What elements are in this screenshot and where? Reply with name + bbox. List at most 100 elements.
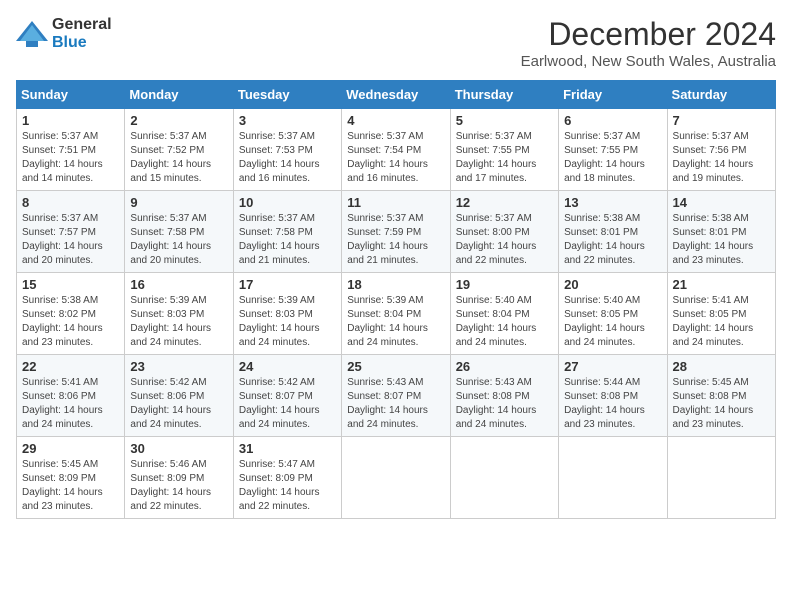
calendar-cell: 10 Sunrise: 5:37 AMSunset: 7:58 PMDayligh… — [233, 191, 341, 273]
calendar-cell: 21 Sunrise: 5:41 AMSunset: 8:05 PMDayligh… — [667, 273, 775, 355]
calendar-cell: 23Sunrise: 5:42 AMSunset: 8:06 PMDayligh… — [125, 355, 233, 437]
calendar-cell: 18Sunrise: 5:39 AMSunset: 8:04 PMDayligh… — [342, 273, 450, 355]
day-header-sunday: Sunday — [17, 81, 125, 109]
calendar-cell: 17 Sunrise: 5:39 AMSunset: 8:03 PMDayligh… — [233, 273, 341, 355]
calendar-cell — [667, 437, 775, 519]
day-number: 31 — [239, 441, 336, 456]
day-info: Sunrise: 5:38 AMSunset: 8:01 PMDaylight:… — [673, 212, 770, 268]
day-info: Sunrise: 5:40 AMSunset: 8:04 PMDaylight:… — [456, 294, 553, 350]
day-number: 5 — [456, 113, 553, 128]
day-number: 15 — [22, 277, 119, 292]
calendar-cell: 8 Sunrise: 5:37 AMSunset: 7:57 PMDaylight… — [17, 191, 125, 273]
calendar-cell: 2Sunrise: 5:37 AMSunset: 7:52 PMDaylight… — [125, 109, 233, 191]
day-number: 26 — [456, 359, 553, 374]
logo-text-general: General — [52, 16, 112, 33]
calendar-cell: 4 Sunrise: 5:37 AMSunset: 7:54 PMDaylight… — [342, 109, 450, 191]
day-number: 22 — [22, 359, 119, 374]
calendar-cell: 26 Sunrise: 5:43 AMSunset: 8:08 PMDayligh… — [450, 355, 558, 437]
day-header-wednesday: Wednesday — [342, 81, 450, 109]
day-number: 25 — [347, 359, 444, 374]
day-number: 6 — [564, 113, 661, 128]
day-number: 29 — [22, 441, 119, 456]
day-info: Sunrise: 5:39 AMSunset: 8:04 PMDaylight:… — [347, 294, 444, 350]
day-number: 14 — [673, 195, 770, 210]
day-info: Sunrise: 5:43 AMSunset: 8:08 PMDaylight:… — [456, 376, 553, 432]
day-number: 27 — [564, 359, 661, 374]
day-info: Sunrise: 5:40 AMSunset: 8:05 PMDaylight:… — [564, 294, 661, 350]
logo: General Blue — [16, 16, 112, 52]
calendar-cell: 22 Sunrise: 5:41 AMSunset: 8:06 PMDayligh… — [17, 355, 125, 437]
header: General Blue December 2024 Earlwood, New… — [16, 16, 776, 70]
day-header-tuesday: Tuesday — [233, 81, 341, 109]
day-number: 11 — [347, 195, 444, 210]
day-number: 4 — [347, 113, 444, 128]
month-title: December 2024 — [521, 16, 776, 53]
day-number: 10 — [239, 195, 336, 210]
day-header-friday: Friday — [559, 81, 667, 109]
day-info: Sunrise: 5:44 AMSunset: 8:08 PMDaylight:… — [564, 376, 661, 432]
calendar-cell: 20 Sunrise: 5:40 AMSunset: 8:05 PMDayligh… — [559, 273, 667, 355]
day-number: 13 — [564, 195, 661, 210]
day-info: Sunrise: 5:37 AMSunset: 7:57 PMDaylight:… — [22, 212, 119, 268]
calendar-cell: 25 Sunrise: 5:43 AMSunset: 8:07 PMDayligh… — [342, 355, 450, 437]
day-number: 16 — [130, 277, 227, 292]
calendar-cell: 28 Sunrise: 5:45 AMSunset: 8:08 PMDayligh… — [667, 355, 775, 437]
calendar-cell: 30 Sunrise: 5:46 AMSunset: 8:09 PMDayligh… — [125, 437, 233, 519]
day-info: Sunrise: 5:39 AMSunset: 8:03 PMDaylight:… — [239, 294, 336, 350]
day-info: Sunrise: 5:37 AMSunset: 7:54 PMDaylight:… — [347, 130, 444, 186]
day-number: 28 — [673, 359, 770, 374]
day-number: 24 — [239, 359, 336, 374]
day-header-thursday: Thursday — [450, 81, 558, 109]
title-area: December 2024 Earlwood, New South Wales,… — [521, 16, 776, 70]
day-info: Sunrise: 5:37 AMSunset: 7:56 PMDaylight:… — [673, 130, 770, 186]
calendar-week-2: 8 Sunrise: 5:37 AMSunset: 7:57 PMDaylight… — [17, 191, 776, 273]
day-number: 20 — [564, 277, 661, 292]
day-info: Sunrise: 5:43 AMSunset: 8:07 PMDaylight:… — [347, 376, 444, 432]
calendar-cell: 29 Sunrise: 5:45 AMSunset: 8:09 PMDayligh… — [17, 437, 125, 519]
day-number: 30 — [130, 441, 227, 456]
day-number: 9 — [130, 195, 227, 210]
day-number: 3 — [239, 113, 336, 128]
day-info: Sunrise: 5:37 AMSunset: 7:58 PMDaylight:… — [239, 212, 336, 268]
calendar-cell — [342, 437, 450, 519]
day-info: Sunrise: 5:37 AMSunset: 7:58 PMDaylight:… — [130, 212, 227, 268]
calendar-cell: 13Sunrise: 5:38 AMSunset: 8:01 PMDayligh… — [559, 191, 667, 273]
calendar-week-3: 15 Sunrise: 5:38 AMSunset: 8:02 PMDayligh… — [17, 273, 776, 355]
day-info: Sunrise: 5:38 AMSunset: 8:02 PMDaylight:… — [22, 294, 119, 350]
day-info: Sunrise: 5:41 AMSunset: 8:05 PMDaylight:… — [673, 294, 770, 350]
day-info: Sunrise: 5:46 AMSunset: 8:09 PMDaylight:… — [130, 458, 227, 514]
day-info: Sunrise: 5:47 AMSunset: 8:09 PMDaylight:… — [239, 458, 336, 514]
calendar-cell — [450, 437, 558, 519]
calendar-week-5: 29 Sunrise: 5:45 AMSunset: 8:09 PMDayligh… — [17, 437, 776, 519]
calendar-cell: 14 Sunrise: 5:38 AMSunset: 8:01 PMDayligh… — [667, 191, 775, 273]
calendar-cell: 16 Sunrise: 5:39 AMSunset: 8:03 PMDayligh… — [125, 273, 233, 355]
calendar-cell: 7 Sunrise: 5:37 AMSunset: 7:56 PMDaylight… — [667, 109, 775, 191]
calendar-cell: 24 Sunrise: 5:42 AMSunset: 8:07 PMDayligh… — [233, 355, 341, 437]
logo-icon — [16, 21, 48, 47]
calendar-cell: 31 Sunrise: 5:47 AMSunset: 8:09 PMDayligh… — [233, 437, 341, 519]
day-info: Sunrise: 5:37 AMSunset: 7:55 PMDaylight:… — [456, 130, 553, 186]
calendar-cell: 1Sunrise: 5:37 AMSunset: 7:51 PMDaylight… — [17, 109, 125, 191]
day-number: 8 — [22, 195, 119, 210]
day-info: Sunrise: 5:41 AMSunset: 8:06 PMDaylight:… — [22, 376, 119, 432]
calendar-week-1: 1Sunrise: 5:37 AMSunset: 7:51 PMDaylight… — [17, 109, 776, 191]
calendar-cell: 15 Sunrise: 5:38 AMSunset: 8:02 PMDayligh… — [17, 273, 125, 355]
day-number: 12 — [456, 195, 553, 210]
calendar-cell: 9 Sunrise: 5:37 AMSunset: 7:58 PMDaylight… — [125, 191, 233, 273]
day-number: 7 — [673, 113, 770, 128]
day-info: Sunrise: 5:42 AMSunset: 8:06 PMDaylight:… — [130, 376, 227, 432]
day-info: Sunrise: 5:37 AMSunset: 8:00 PMDaylight:… — [456, 212, 553, 268]
day-number: 21 — [673, 277, 770, 292]
calendar-table: SundayMondayTuesdayWednesdayThursdayFrid… — [16, 80, 776, 519]
calendar-cell: 3 Sunrise: 5:37 AMSunset: 7:53 PMDaylight… — [233, 109, 341, 191]
day-info: Sunrise: 5:39 AMSunset: 8:03 PMDaylight:… — [130, 294, 227, 350]
day-number: 17 — [239, 277, 336, 292]
day-info: Sunrise: 5:37 AMSunset: 7:53 PMDaylight:… — [239, 130, 336, 186]
day-info: Sunrise: 5:45 AMSunset: 8:08 PMDaylight:… — [673, 376, 770, 432]
day-info: Sunrise: 5:45 AMSunset: 8:09 PMDaylight:… — [22, 458, 119, 514]
day-number: 1 — [22, 113, 119, 128]
calendar-cell: 12 Sunrise: 5:37 AMSunset: 8:00 PMDayligh… — [450, 191, 558, 273]
logo-text-blue: Blue — [52, 34, 87, 51]
day-info: Sunrise: 5:42 AMSunset: 8:07 PMDaylight:… — [239, 376, 336, 432]
calendar-header-row: SundayMondayTuesdayWednesdayThursdayFrid… — [17, 81, 776, 109]
